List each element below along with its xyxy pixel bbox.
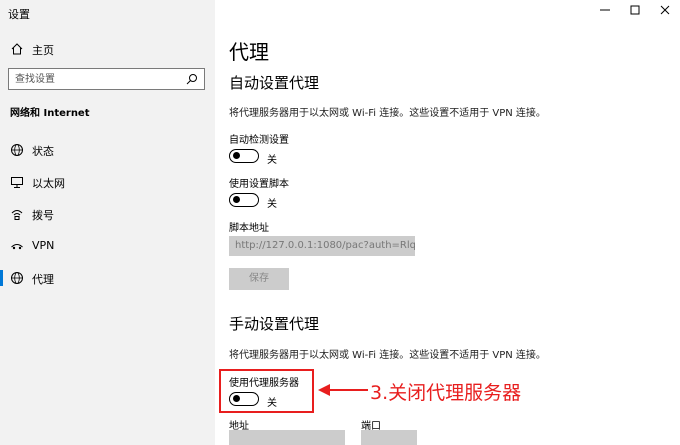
auto-detect-toggle[interactable] [229,149,259,163]
dialup-icon [11,210,23,220]
auto-proxy-description: 将代理服务器用于以太网或 Wi-Fi 连接。这些设置不适用于 VPN 连接。 [229,108,546,119]
toggle-knob [233,196,240,203]
sidebar-item-label: VPN [32,239,55,252]
sidebar: 设置 主页 网络和 Internet 状态 以太网 [0,0,215,445]
sidebar-item-proxy[interactable]: 代理 [0,267,215,289]
setup-script-label: 使用设置脚本 [229,179,289,190]
annotation-highlight-box [219,369,314,413]
search-box[interactable] [8,68,205,90]
annotation-arrow-icon [318,384,368,396]
auto-proxy-heading: 自动设置代理 [229,74,320,92]
annotation-text: 3.关闭代理服务器 [370,382,522,404]
setup-script-toggle[interactable] [229,193,259,207]
page-title: 代理 [229,40,269,64]
setup-script-state: 关 [267,199,277,210]
toggle-knob [233,152,240,159]
manual-proxy-description: 将代理服务器用于以太网或 Wi-Fi 连接。这些设置不适用于 VPN 连接。 [229,350,546,361]
script-address-field[interactable]: http://127.0.0.1:1080/pac?auth=RlqrlKuic… [229,236,415,256]
nav-home[interactable]: 主页 [0,38,215,60]
auto-detect-label: 自动检测设置 [229,135,289,146]
manual-proxy-heading: 手动设置代理 [229,315,320,333]
sidebar-section-title: 网络和 Internet [10,108,90,119]
nav-home-label: 主页 [32,44,54,57]
proxy-port-field[interactable] [361,430,417,445]
home-icon [11,43,23,55]
sidebar-item-dialup[interactable]: 拨号 [0,203,215,225]
proxy-address-field[interactable] [229,430,345,445]
window-title: 设置 [8,8,30,21]
sidebar-item-ethernet[interactable]: 以太网 [0,171,215,193]
script-address-label: 脚本地址 [229,223,269,234]
sidebar-item-label: 代理 [32,273,54,286]
sidebar-item-label: 状态 [32,145,54,158]
ethernet-icon [11,177,23,188]
sidebar-item-vpn[interactable]: VPN [0,235,215,257]
auto-detect-state: 关 [267,155,277,166]
vpn-icon [11,244,23,250]
sidebar-item-label: 以太网 [32,177,65,190]
proxy-globe-icon [11,272,23,284]
save-button[interactable]: 保存 [229,268,289,290]
search-icon[interactable] [186,73,198,85]
sidebar-item-label: 拨号 [32,209,54,222]
globe-status-icon [11,144,23,156]
search-input[interactable] [9,69,179,89]
sidebar-item-status[interactable]: 状态 [0,139,215,161]
